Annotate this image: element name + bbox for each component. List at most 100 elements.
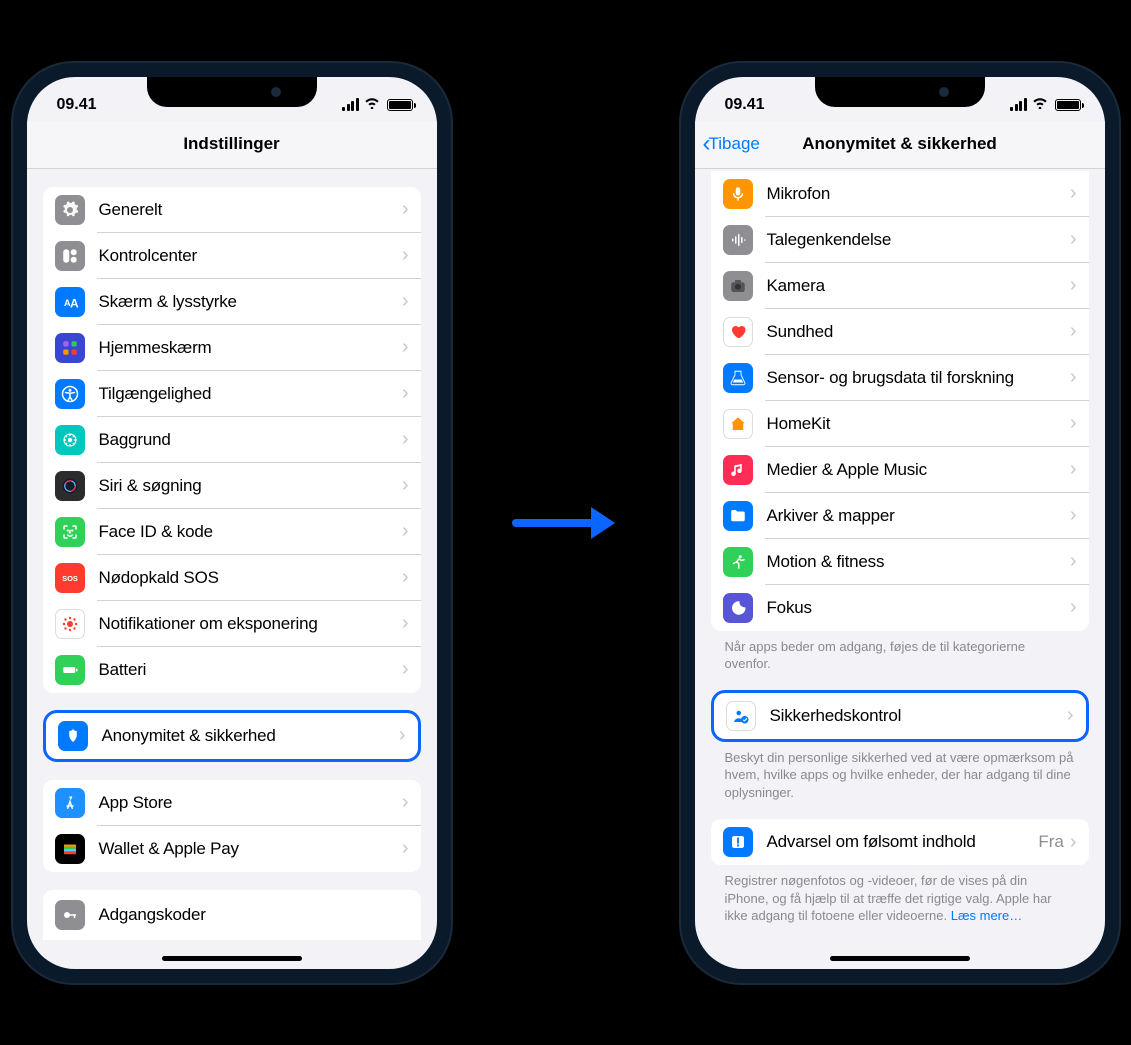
settings-row[interactable]: Batteri› [43,647,421,693]
row-label: Sikkerhedskontrol [770,706,1067,726]
settings-row[interactable]: Siri & søgning› [43,463,421,509]
row-label: Talegenkendelse [767,230,1070,250]
settings-row[interactable]: Kamera› [711,263,1089,309]
settings-row[interactable]: Fokus› [711,585,1089,631]
row-label: Kontrolcenter [99,246,402,266]
row-label: Baggrund [99,430,402,450]
phone-screen: 09.41 Indstillinger Generelt›Kontrolcent… [27,77,437,969]
research-icon [723,363,753,393]
back-button[interactable]: ‹ Tibage [703,132,760,156]
row-label: Skærm & lysstyrke [99,292,402,312]
row-label: Anonymitet & sikkerhed [102,726,399,746]
page-title: Anonymitet & sikkerhed [802,134,997,154]
chevron-right-icon: › [402,520,409,543]
page-title: Indstillinger [183,134,279,154]
row-label: Arkiver & mapper [767,506,1070,526]
settings-row[interactable]: Medier & Apple Music› [711,447,1089,493]
chevron-right-icon: › [402,198,409,221]
row-label: Kamera [767,276,1070,296]
exposure-icon [55,609,85,639]
settings-row[interactable]: Baggrund› [43,417,421,463]
sos-icon: SOS [55,563,85,593]
wallpaper-icon [55,425,85,455]
chevron-right-icon: › [402,837,409,860]
settings-row[interactable]: Wallet & Apple Pay› [43,826,421,872]
row-label: Sensor- og brugsdata til forskning [767,368,1070,388]
battery-icon [1055,99,1081,111]
row-label: Face ID & kode [99,522,402,542]
settings-row[interactable]: Talegenkendelse› [711,217,1089,263]
chevron-right-icon: › [1070,320,1077,343]
safety-check-icon [726,701,756,731]
settings-row[interactable]: Sensor- og brugsdata til forskning› [711,355,1089,401]
settings-row[interactable]: SOSNødopkald SOS› [43,555,421,601]
chevron-right-icon: › [402,428,409,451]
settings-row[interactable]: Kontrolcenter› [43,233,421,279]
settings-row[interactable]: HomeKit› [711,401,1089,447]
speech-icon [723,225,753,255]
chevron-right-icon: › [1070,458,1077,481]
privacy-list[interactable]: Mikrofon›Talegenkendelse›Kamera›Sundhed›… [695,169,1105,969]
phone-right: 09.41 ‹ Tibage Anonymitet & sikkerhed Mi… [681,63,1119,983]
phone-screen: 09.41 ‹ Tibage Anonymitet & sikkerhed Mi… [695,77,1105,969]
cellular-icon [342,98,359,111]
chevron-right-icon: › [1070,182,1077,205]
settings-row[interactable]: Arkiver & mapper› [711,493,1089,539]
chevron-right-icon: › [1070,366,1077,389]
row-value: Fra [1038,832,1064,852]
settings-row[interactable]: Generelt› [43,187,421,233]
safety-check-row-highlighted[interactable]: Sikkerhedskontrol › [711,690,1089,742]
chevron-right-icon: › [1070,504,1077,527]
settings-group-1: Generelt›Kontrolcenter›AASkærm & lysstyr… [43,187,421,693]
settings-row[interactable]: App Store› [43,780,421,826]
chevron-right-icon: › [402,244,409,267]
row-label: Sundhed [767,322,1070,342]
row-label: Advarsel om følsomt indhold [767,832,1039,852]
arrow-right-icon [511,503,621,543]
battery-icon [387,99,413,111]
svg-text:A: A [70,296,79,310]
settings-row[interactable]: Face ID & kode› [43,509,421,555]
appstore-icon [55,788,85,818]
settings-list[interactable]: Generelt›Kontrolcenter›AASkærm & lysstyr… [27,169,437,969]
learn-more-link[interactable]: Læs mere… [951,908,1023,923]
row-label: Mikrofon [767,184,1070,204]
settings-row[interactable]: Advarsel om følsomt indholdFra › [711,819,1089,865]
row-label: Siri & søgning [99,476,402,496]
siri-icon [55,471,85,501]
row-label: Hjemmeskærm [99,338,402,358]
chevron-right-icon: › [402,474,409,497]
settings-row[interactable]: Hjemmeskærm› [43,325,421,371]
row-label: Fokus [767,598,1070,618]
home-indicator[interactable] [830,956,970,961]
home-indicator[interactable] [162,956,302,961]
footer-text-3: Registrer nøgenfotos og -videoer, før de… [711,865,1089,925]
settings-row[interactable]: Mikrofon› [711,171,1089,217]
cellular-icon [1010,98,1027,111]
row-label: Medier & Apple Music [767,460,1070,480]
wifi-icon [1031,96,1049,114]
row-label: Notifikationer om eksponering [99,614,402,634]
notch [147,77,317,107]
status-indicators [342,96,413,114]
settings-group-3-partial[interactable]: Adgangskoder [43,890,421,940]
microphone-icon [723,179,753,209]
settings-row[interactable]: AASkærm & lysstyrke› [43,279,421,325]
row-label: Adgangskoder [99,905,409,925]
wallet-icon [55,834,85,864]
chevron-right-icon: › [1070,831,1077,854]
settings-row[interactable]: Tilgængelighed› [43,371,421,417]
nav-bar: ‹ Tibage Anonymitet & sikkerhed [695,121,1105,169]
chevron-right-icon: › [402,612,409,635]
settings-row[interactable]: Motion & fitness› [711,539,1089,585]
fitness-icon [723,547,753,577]
settings-row[interactable]: Sundhed› [711,309,1089,355]
row-label: Generelt [99,200,402,220]
row-label: App Store [99,793,402,813]
footer-text-1: Når apps beder om adgang, føjes de til k… [711,631,1089,673]
privacy-row-highlighted[interactable]: Anonymitet & sikkerhed › [43,710,421,762]
music-icon [723,455,753,485]
chevron-right-icon: › [1070,550,1077,573]
settings-row[interactable]: Notifikationer om eksponering› [43,601,421,647]
focus-icon [723,593,753,623]
